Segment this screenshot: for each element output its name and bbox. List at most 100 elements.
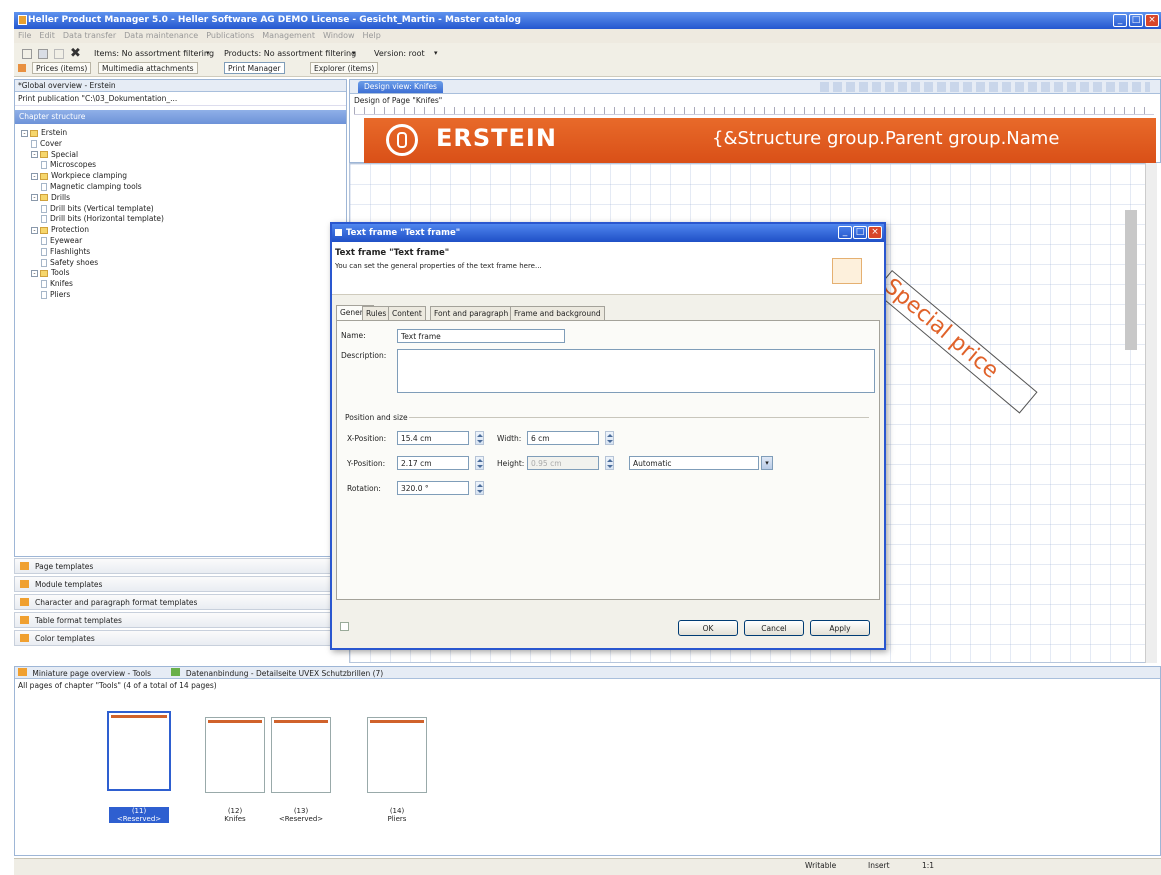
page-thumbnail[interactable] xyxy=(367,717,427,793)
menu-item[interactable]: Data transfer xyxy=(63,31,116,40)
tab-print-manager[interactable]: Print Manager xyxy=(224,62,285,74)
menu-item[interactable]: Management xyxy=(262,31,315,40)
tree-item[interactable]: Microscopes xyxy=(41,160,96,170)
editor-toolbar-icons[interactable] xyxy=(820,82,1150,92)
height-stepper xyxy=(605,456,614,470)
tree-item[interactable]: Magnetic clamping tools xyxy=(41,182,142,191)
tree-item[interactable]: - Erstein xyxy=(21,128,67,137)
tab-content[interactable]: Content xyxy=(388,306,426,320)
tab-prices-items[interactable]: Prices (items) xyxy=(32,62,92,74)
tree-item[interactable]: Knifes xyxy=(41,279,73,289)
delete-icon[interactable]: ✖ xyxy=(70,46,81,61)
menu-item[interactable]: Window xyxy=(323,31,355,40)
tree-toggle-icon[interactable]: - xyxy=(31,172,38,180)
tree-toggle-icon[interactable]: - xyxy=(31,151,38,159)
section-table-format-templates[interactable]: Table format templates xyxy=(14,612,347,628)
y-position-stepper[interactable] xyxy=(475,456,484,470)
menu-bar: File Edit Data transfer Data maintenance Pub… xyxy=(14,29,1161,43)
section-character-and-paragraph-format-templates[interactable]: Character and paragraph format templates xyxy=(14,594,347,610)
thumbnail-caption: (11) <Reserved> xyxy=(109,807,169,823)
description-input[interactable] xyxy=(397,349,875,393)
x-position-stepper[interactable] xyxy=(475,431,484,445)
page-thumbnail[interactable] xyxy=(205,717,265,793)
status-insert: Insert xyxy=(868,861,890,870)
app-icon xyxy=(18,15,27,25)
tree-toggle-icon[interactable]: - xyxy=(31,269,38,277)
section-module-templates[interactable]: Module templates xyxy=(14,576,347,592)
menu-item[interactable]: File xyxy=(18,31,31,40)
rotation-input[interactable]: 320.0 ° xyxy=(397,481,469,495)
menu-item[interactable]: Publications xyxy=(206,31,254,40)
tree-item[interactable]: Safety shoes xyxy=(41,258,98,267)
dialog-maximize-icon[interactable]: □ xyxy=(853,226,867,239)
width-input[interactable]: 6 cm xyxy=(527,431,599,445)
vertical-scrollbar[interactable] xyxy=(1145,163,1157,663)
tab-design-view[interactable]: Design view: Knifes xyxy=(358,81,443,93)
tab-data-binding[interactable]: Datenanbindung - Detailseite UVEX Schutz… xyxy=(186,669,383,678)
products-filter[interactable]: Products: No assortment filtering xyxy=(224,49,356,58)
tab-explorer-items[interactable]: Explorer (items) xyxy=(310,62,379,74)
menu-item[interactable]: Data maintenance xyxy=(124,31,198,40)
chevron-down-icon[interactable]: ▾ xyxy=(761,456,773,470)
tree-item-label: Drills xyxy=(51,192,71,202)
dialog-close-icon[interactable]: × xyxy=(868,226,882,239)
y-position-input[interactable]: 2.17 cm xyxy=(397,456,469,470)
section-page-templates[interactable]: Page templates xyxy=(14,558,347,574)
cancel-button[interactable]: Cancel xyxy=(744,620,804,636)
tree-item-label: Cover xyxy=(40,138,62,148)
tree-item[interactable]: - Protection xyxy=(31,225,89,234)
tree-toggle-icon[interactable]: - xyxy=(21,129,28,137)
tab-rules[interactable]: Rules xyxy=(362,306,391,320)
chevron-down-icon[interactable]: ▾ xyxy=(434,49,438,57)
section-color-templates[interactable]: Color templates xyxy=(14,630,347,646)
scrollbar-thumb[interactable] xyxy=(1125,210,1137,350)
x-position-input[interactable]: 15.4 cm xyxy=(397,431,469,445)
tree-toggle-icon[interactable]: - xyxy=(31,194,38,202)
tree-item-label: Safety shoes xyxy=(50,257,99,267)
tree-item[interactable]: Pliers xyxy=(41,290,70,299)
minimize-icon[interactable]: _ xyxy=(1113,14,1127,27)
close-icon[interactable]: × xyxy=(1145,14,1159,27)
save-icon[interactable] xyxy=(38,49,48,59)
general-tab-panel: Name: Text frame Description: Position a… xyxy=(336,320,880,600)
tab-miniature-page-overview[interactable]: Miniature page overview - Tools xyxy=(32,669,151,678)
name-input[interactable]: Text frame xyxy=(397,329,565,343)
tree-item[interactable]: Cover xyxy=(31,139,62,148)
rotation-stepper[interactable] xyxy=(475,481,484,495)
tree-item[interactable]: Drill bits (Vertical template) xyxy=(41,204,154,213)
page-thumbnail[interactable] xyxy=(107,711,171,791)
tree-toggle-icon[interactable]: - xyxy=(31,226,38,234)
tree-item[interactable]: - Special xyxy=(31,150,78,159)
window-title-bar: Heller Product Manager 5.0 - Heller Soft… xyxy=(14,12,1161,29)
dialog-minimize-icon[interactable]: _ xyxy=(838,226,852,239)
tab-font-and-paragraph[interactable]: Font and paragraph xyxy=(430,306,513,320)
copy-icon[interactable] xyxy=(54,49,64,59)
new-icon[interactable] xyxy=(22,49,32,59)
main-toolbar: ✖ Items: No assortment filtering ▾ Produ… xyxy=(14,43,1161,77)
ok-button[interactable]: OK xyxy=(678,620,738,636)
apply-button[interactable]: Apply xyxy=(810,620,870,636)
tree-item[interactable]: - Drills xyxy=(31,193,70,202)
page-icon xyxy=(41,247,47,256)
maximize-icon[interactable]: □ xyxy=(1129,14,1143,27)
tree-item[interactable]: Flashlights xyxy=(41,247,90,256)
menu-item[interactable]: Help xyxy=(363,31,381,40)
page-icon xyxy=(41,161,47,170)
tree-item[interactable]: Drill bits (Horizontal template) xyxy=(41,214,164,224)
tab-multimedia-attachments[interactable]: Multimedia attachments xyxy=(98,62,198,74)
items-filter[interactable]: Items: No assortment filtering xyxy=(94,49,214,58)
menu-item[interactable]: Edit xyxy=(39,31,55,40)
help-icon[interactable] xyxy=(340,622,349,631)
chevron-down-icon[interactable]: ▾ xyxy=(206,49,210,57)
name-label: Name: xyxy=(341,331,366,340)
tab-frame-and-background[interactable]: Frame and background xyxy=(510,306,605,320)
tree-item[interactable]: Eyewear xyxy=(41,236,82,245)
tree-item-label: Drill bits (Vertical template) xyxy=(50,203,154,213)
height-mode-select[interactable]: Automatic xyxy=(629,456,759,470)
tree-item[interactable]: - Tools xyxy=(31,268,69,277)
version-selector[interactable]: Version: root xyxy=(374,49,425,58)
tree-item[interactable]: - Workpiece clamping xyxy=(31,171,127,180)
page-thumbnail[interactable] xyxy=(271,717,331,793)
width-stepper[interactable] xyxy=(605,431,614,445)
chevron-down-icon[interactable]: ▾ xyxy=(352,49,356,57)
